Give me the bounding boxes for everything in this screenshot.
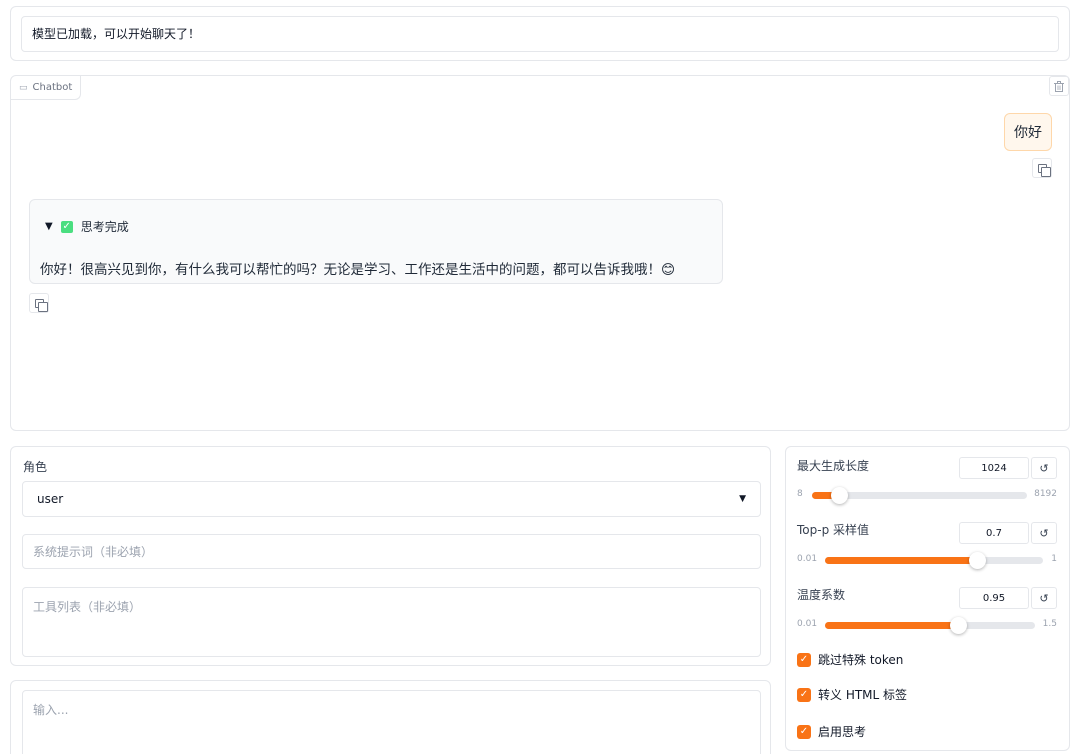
status-field: 模型已加载，可以开始聊天了！ [21,16,1059,52]
assistant-message-text: 你好！很高兴见到你，有什么我可以帮忙的吗？无论是学习、工作还是生活中的问题，都可… [40,262,676,278]
copy-icon [34,298,48,312]
role-selected-value: user [37,492,64,506]
top-p-slider[interactable] [825,552,1043,569]
tools-list-input[interactable]: 工具列表（非必填） [22,587,761,657]
top-p-label: Top-p 采样值 [797,523,870,537]
top-p-reset-button[interactable]: ↺ [1031,522,1057,544]
escape-html-label: 转义 HTML 标签 [818,688,908,702]
check-mark-icon: ✓ [60,220,73,233]
temperature-max: 1.5 [1042,619,1057,629]
chatbot-label: ▭ Chatbot [11,76,82,100]
generation-params-panel: 最大生成长度 1024 ↺ 8 8192 Top-p 采样值 0.7 ↺ 0.0… [785,446,1070,751]
temperature-slider-fill [825,622,958,629]
max-length-reset-button[interactable]: ↺ [1031,457,1057,479]
user-message: 你好 [1004,113,1052,151]
top-p-slider-thumb[interactable] [968,552,986,569]
escape-html-checkbox[interactable]: ✓ 转义 HTML 标签 [797,686,907,703]
role-dropdown[interactable]: user ▼ [22,481,761,517]
enable-thinking-checkbox[interactable]: ✓ 启用思考 [797,723,866,740]
assistant-message: ▼ ✓ 思考完成 你好！很高兴见到你，有什么我可以帮忙的吗？无论是学习、工作还是… [29,199,723,284]
temperature-label: 温度系数 [797,588,846,602]
role-label: 角色 [23,460,48,474]
reset-icon: ↺ [1039,461,1049,475]
role-settings-panel: 角色 user ▼ 系统提示词（非必填） 工具列表（非必填） [10,446,771,666]
thinking-toggle[interactable]: ▼ ✓ 思考完成 [45,218,129,235]
top-p-slider-fill [825,557,977,564]
message-input[interactable]: 输入... [22,690,761,754]
enable-thinking-label: 启用思考 [818,725,867,739]
skip-special-tokens-label: 跳过特殊 token [818,653,904,667]
message-input-panel: 输入... [10,680,771,754]
top-p-max: 1 [1051,554,1057,564]
temperature-min: 0.01 [797,619,818,629]
status-block: 模型已加载，可以开始聊天了！ [10,6,1070,61]
chat-icon: ▭ [19,82,28,93]
max-length-min: 8 [797,489,803,499]
reset-icon: ↺ [1039,591,1049,605]
copy-user-message-button[interactable] [1032,158,1052,178]
checkbox-checked-icon[interactable]: ✓ [797,724,811,739]
chatbot-panel: ▭ Chatbot 你好 ▼ ✓ 思考完成 你好！很高兴见到你，有什么我可以帮忙… [10,75,1070,431]
temperature-slider[interactable] [825,617,1035,634]
triangle-down-icon: ▼ [45,221,53,232]
max-length-label: 最大生成长度 [797,459,870,473]
chatbot-label-text: Chatbot [32,82,73,93]
thinking-label: 思考完成 [80,220,129,234]
checkbox-checked-icon[interactable]: ✓ [797,652,811,667]
max-length-max: 8192 [1034,489,1057,499]
max-length-number-input[interactable]: 1024 [959,457,1029,479]
max-length-slider[interactable] [812,487,1027,504]
top-p-min: 0.01 [797,554,818,564]
reset-icon: ↺ [1039,526,1049,540]
temperature-reset-button[interactable]: ↺ [1031,587,1057,609]
trash-icon [1054,80,1064,92]
top-p-number-input[interactable]: 0.7 [959,522,1029,544]
temperature-number-input[interactable]: 0.95 [959,587,1029,609]
copy-assistant-message-button[interactable] [29,293,49,313]
copy-icon [1037,163,1051,177]
skip-special-tokens-checkbox[interactable]: ✓ 跳过特殊 token [797,651,903,668]
checkbox-checked-icon[interactable]: ✓ [797,687,811,702]
max-length-slider-thumb[interactable] [830,487,848,504]
clear-chat-button[interactable] [1049,76,1069,96]
temperature-slider-thumb[interactable] [949,617,967,634]
caret-down-icon: ▼ [739,494,746,504]
system-prompt-input[interactable]: 系统提示词（非必填） [22,534,761,569]
